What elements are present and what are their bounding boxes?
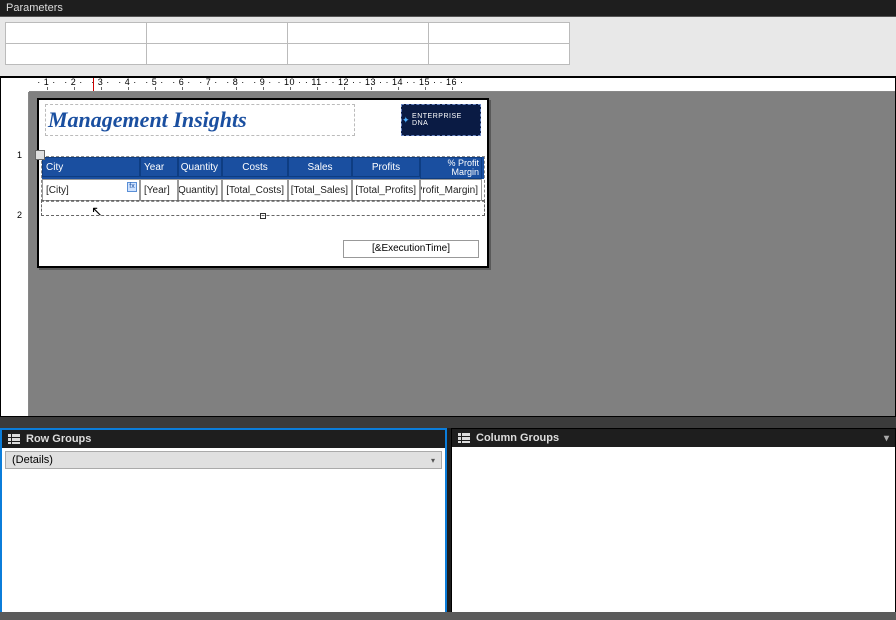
col-margin-l2: Margin	[451, 168, 479, 177]
cell-year[interactable]: [Year]	[140, 179, 178, 201]
ruler-tick: · 9 ·	[249, 78, 276, 87]
ruler-tick: · 14 ·	[384, 78, 411, 87]
cell-quantity[interactable]: Quantity]	[178, 179, 222, 201]
cell-sales[interactable]: [Total_Sales]	[288, 179, 352, 201]
param-cell[interactable]	[428, 22, 570, 44]
row-group-item-label: (Details)	[12, 454, 53, 466]
ruler-v-2: 2	[17, 210, 22, 220]
report-title[interactable]: Management Insights	[45, 104, 355, 136]
report-logo[interactable]: ✦ ENTERPRISE DNA	[401, 104, 481, 136]
resize-handle[interactable]	[260, 213, 266, 219]
parameters-panel: Parameters	[0, 0, 896, 77]
table-detail-row: [City] fx [Year] Quantity] [Total_Costs]…	[42, 179, 484, 201]
param-cell[interactable]	[5, 22, 147, 44]
cell-city[interactable]: [City] fx	[42, 179, 140, 201]
ruler-tick: · 7 ·	[195, 78, 222, 87]
ruler-tick: · 10 ·	[276, 78, 303, 87]
param-cell[interactable]	[146, 22, 288, 44]
column-groups-panel[interactable]: Column Groups ▾	[451, 428, 896, 620]
grouping-pane: Row Groups (Details) ▾ Column Groups ▾	[0, 428, 896, 620]
ruler-tick: · 12 ·	[330, 78, 357, 87]
logo-text: ENTERPRISE DNA	[412, 113, 480, 127]
ruler-marker	[93, 78, 94, 92]
design-surface: · 1 ·· 2 ·· 3 ·· 4 ·· 5 ·· 6 ·· 7 ·· 8 ·…	[0, 77, 896, 417]
cell-city-text: [City]	[46, 185, 69, 196]
ruler-tick: · 8 ·	[222, 78, 249, 87]
expression-icon[interactable]: fx	[127, 182, 137, 192]
report-body[interactable]: Management Insights ✦ ENTERPRISE DNA Cit…	[37, 98, 489, 268]
groups-icon	[458, 433, 470, 443]
row-groups-list[interactable]: (Details) ▾	[2, 448, 445, 618]
ruler-tick: · 1 ·	[33, 78, 60, 87]
ruler-tick: · 15 ·	[411, 78, 438, 87]
col-margin[interactable]: % Profit Margin	[420, 157, 482, 179]
cell-profits[interactable]: [Total_Profits]	[352, 179, 420, 201]
parameters-grid[interactable]	[6, 23, 574, 65]
ruler-tick: · 5 ·	[141, 78, 168, 87]
design-canvas[interactable]: Management Insights ✦ ENTERPRISE DNA Cit…	[29, 92, 895, 416]
ruler-tick: · 6 ·	[168, 78, 195, 87]
ruler-tick: · 3 ·	[87, 78, 114, 87]
column-groups-list[interactable]	[452, 447, 895, 619]
col-city[interactable]: City	[42, 157, 140, 177]
ruler-tick: · 2 ·	[60, 78, 87, 87]
param-cell[interactable]	[287, 43, 429, 65]
ruler-tick: · 16 ·	[438, 78, 465, 87]
cell-margin[interactable]: Profit_Margin]	[420, 179, 482, 201]
parameters-header[interactable]: Parameters	[0, 0, 896, 16]
ruler-tick: · 13 ·	[357, 78, 384, 87]
report-table[interactable]: City Year Quantity Costs Sales Profits %…	[41, 156, 485, 202]
ruler-horizontal[interactable]: · 1 ·· 2 ·· 3 ·· 4 ·· 5 ·· 6 ·· 7 ·· 8 ·…	[29, 78, 895, 92]
row-groups-header[interactable]: Row Groups	[2, 430, 445, 448]
ruler-vertical[interactable]: 1 2	[15, 92, 29, 416]
panel-menu-icon[interactable]: ▾	[884, 433, 889, 444]
param-cell[interactable]	[428, 43, 570, 65]
column-groups-header[interactable]: Column Groups ▾	[452, 429, 895, 447]
param-cell[interactable]	[287, 22, 429, 44]
groups-icon	[8, 434, 20, 444]
column-groups-label: Column Groups	[476, 432, 559, 444]
status-bar	[0, 612, 896, 620]
row-group-item[interactable]: (Details) ▾	[5, 451, 442, 469]
row-groups-label: Row Groups	[26, 433, 91, 445]
row-groups-panel[interactable]: Row Groups (Details) ▾	[0, 428, 447, 620]
dropdown-icon[interactable]: ▾	[431, 456, 435, 465]
parameters-body[interactable]	[0, 16, 896, 76]
execution-time-box[interactable]: [&ExecutionTime]	[343, 240, 479, 258]
logo-spark-icon: ✦	[402, 115, 410, 126]
cell-costs[interactable]: [Total_Costs]	[222, 179, 288, 201]
col-profits[interactable]: Profits	[352, 157, 420, 177]
table-header-row: City Year Quantity Costs Sales Profits %…	[42, 157, 484, 179]
cursor-icon: ↖	[91, 203, 103, 220]
ruler-tick: · 11 ·	[303, 78, 330, 87]
col-costs[interactable]: Costs	[222, 157, 288, 177]
table-select-handle[interactable]	[35, 150, 45, 160]
param-cell[interactable]	[146, 43, 288, 65]
col-sales[interactable]: Sales	[288, 157, 352, 177]
ruler-tick: · 4 ·	[114, 78, 141, 87]
ruler-v-1: 1	[17, 150, 22, 160]
col-quantity[interactable]: Quantity	[178, 157, 222, 177]
param-cell[interactable]	[5, 43, 147, 65]
col-year[interactable]: Year	[140, 157, 178, 177]
